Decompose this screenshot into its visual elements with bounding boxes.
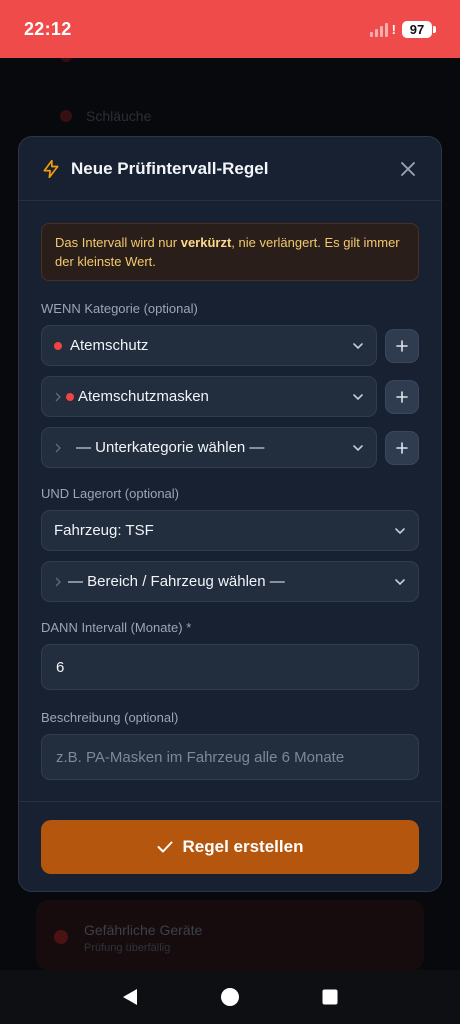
home-button[interactable]	[210, 977, 250, 1017]
description-input[interactable]: z.B. PA-Masken im Fahrzeug alle 6 Monate	[41, 734, 419, 780]
category-color-dot	[54, 341, 62, 350]
status-indicators: ! 97	[369, 20, 436, 38]
close-button[interactable]	[397, 158, 419, 180]
plus-icon	[396, 441, 408, 454]
area-vehicle-select[interactable]: — Bereich / Fahrzeug wählen —	[41, 561, 419, 602]
location-label: UND Lagerort (optional)	[41, 486, 180, 501]
category-label: WENN Kategorie (optional)	[41, 301, 198, 316]
status-time: 22:12	[24, 18, 72, 39]
chevron-down-icon	[353, 394, 363, 401]
background-list-item: Schläuche	[60, 108, 151, 124]
dialog-title: Neue Prüfintervall-Regel	[71, 158, 269, 178]
chevron-right-icon	[55, 443, 61, 452]
add-sub-subcategory-button[interactable]	[385, 430, 419, 465]
sub-subcategory-select[interactable]: — Unterkategorie wählen —	[41, 427, 377, 468]
info-notice: Das Intervall wird nur verkürzt, nie ver…	[41, 223, 419, 281]
add-category-button[interactable]	[385, 328, 419, 363]
chevron-down-icon	[395, 528, 405, 535]
home-icon	[221, 988, 239, 1006]
plus-icon	[396, 339, 408, 352]
chevron-right-icon	[55, 392, 61, 401]
chevron-right-icon	[55, 577, 61, 586]
category-select[interactable]: Atemschutz	[41, 325, 377, 366]
bolt-icon	[43, 159, 59, 178]
new-interval-rule-dialog: Neue Prüfintervall-Regel Das Intervall w…	[18, 136, 442, 892]
recents-button[interactable]	[310, 977, 350, 1017]
signal-icon	[369, 21, 388, 37]
create-rule-button[interactable]: Regel erstellen	[41, 820, 419, 874]
interval-months-input[interactable]: 6	[41, 644, 419, 690]
description-label: Beschreibung (optional)	[41, 710, 179, 725]
chevron-down-icon	[353, 343, 363, 350]
check-icon	[157, 841, 173, 853]
back-icon	[123, 989, 137, 1005]
dialog-body: Das Intervall wird nur verkürzt, nie ver…	[19, 201, 441, 780]
background-list-item	[60, 58, 86, 62]
add-subcategory-button[interactable]	[385, 379, 419, 414]
background-card: Gefährliche Geräte Prüfung überfällig	[36, 900, 424, 970]
location-select[interactable]: Fahrzeug: TSF	[41, 510, 419, 551]
no-signal-icon: !	[391, 21, 396, 37]
recents-icon	[322, 989, 338, 1005]
battery-level: 97	[402, 20, 432, 38]
system-navigation-bar	[0, 970, 460, 1024]
battery-icon: 97	[402, 20, 436, 38]
interval-label: DANN Intervall (Monate) *	[41, 620, 192, 635]
subcategory-color-dot	[66, 392, 74, 401]
dialog-footer: Regel erstellen	[19, 801, 441, 891]
chevron-down-icon	[395, 579, 405, 586]
subcategory-select[interactable]: Atemschutzmasken	[41, 376, 377, 417]
chevron-down-icon	[353, 445, 363, 452]
status-bar: 22:12 ! 97	[0, 0, 460, 58]
plus-icon	[396, 390, 408, 403]
dialog-header: Neue Prüfintervall-Regel	[19, 137, 441, 201]
close-icon	[401, 161, 415, 176]
back-button[interactable]	[110, 977, 150, 1017]
